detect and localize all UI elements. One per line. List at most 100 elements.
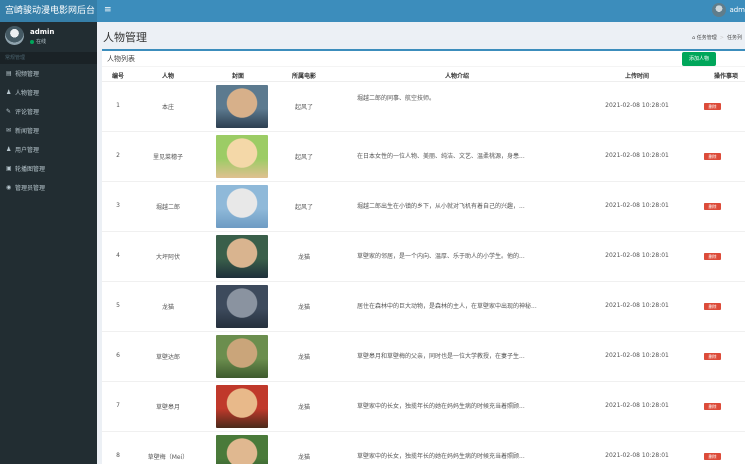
sidebar-item-label: 管理员管理	[15, 185, 46, 192]
cell-name: 本庄	[161, 104, 174, 111]
cell-time: 2021-02-08 10:28:01	[605, 102, 669, 109]
table-row: 8 草壁梅（Mei） 龙猫 草壁家中的长女，独揽年长的她在妈妈生病的时候充当着照顾..…	[102, 432, 745, 464]
navbar: ≡ adm	[97, 0, 745, 22]
character-cover-image	[216, 235, 268, 278]
box-title: 人物列表	[107, 55, 135, 63]
main-content: 人物管理 ⌂ 任务管理 > 任务列 人物列表 添加人物 编号 人物 封面 所属电…	[97, 22, 745, 464]
cell-film: 起风了	[294, 154, 313, 161]
cell-desc: 草壁皋月和草壁梅的父亲，同时也是一位大学教授，在妻子生...	[357, 353, 525, 360]
comment-icon: ✎	[6, 108, 12, 115]
admin-icon: ◉	[6, 184, 12, 191]
cell-id: 5	[116, 302, 120, 309]
character-cover-image	[216, 335, 268, 378]
cell-name: 大坪阿伏	[155, 254, 180, 261]
delete-button[interactable]: 删除	[704, 303, 721, 310]
user-status: 在线	[30, 38, 46, 45]
breadcrumb-separator: >	[719, 34, 724, 41]
column-header-film: 所属电影	[291, 73, 316, 80]
users-icon: ♟	[6, 146, 12, 153]
column-header-id: 编号	[111, 73, 124, 80]
brand-logo[interactable]: 宫崎骏动漫电影网后台	[0, 0, 97, 22]
sidebar-item[interactable]: ▣ 轮播图管理	[0, 159, 97, 178]
news-icon: ✉	[6, 127, 12, 134]
cell-desc: 堀越二郎的同事、航空技师。	[357, 95, 436, 102]
breadcrumb: ⌂ 任务管理 > 任务列	[692, 34, 742, 42]
delete-button[interactable]: 删除	[704, 353, 721, 360]
delete-button[interactable]: 删除	[704, 253, 721, 260]
online-dot-icon	[30, 39, 34, 44]
cell-film: 起风了	[294, 104, 313, 111]
delete-button[interactable]: 删除	[704, 453, 721, 460]
column-header-time: 上传时间	[624, 73, 649, 80]
cell-film: 龙猫	[297, 304, 310, 311]
cell-name: 龙猫	[161, 304, 174, 311]
cell-time: 2021-02-08 10:28:01	[605, 152, 669, 159]
character-cover-image	[216, 85, 268, 128]
cell-id: 2	[116, 152, 120, 159]
cell-time: 2021-02-08 10:28:01	[605, 402, 669, 409]
sidebar-item-label: 评论管理	[15, 109, 40, 116]
sidebar-item[interactable]: ▤ 视频管理	[0, 64, 97, 83]
cell-film: 龙猫	[297, 254, 310, 261]
video-icon: ▤	[6, 70, 12, 77]
delete-button[interactable]: 删除	[704, 403, 721, 410]
cell-film: 起风了	[294, 204, 313, 211]
cell-time: 2021-02-08 10:28:01	[605, 302, 669, 309]
breadcrumb-item[interactable]: 任务管理	[697, 34, 717, 41]
breadcrumb-item[interactable]: 任务列	[727, 34, 742, 41]
table-row: 3 堀越二郎 起风了 堀越二郎出生在小镇的乡下，从小就对飞机有着自己的兴趣，... 20…	[102, 182, 745, 232]
cell-desc: 草壁家的邻居，是一个内向、温厚、乐于助人的小学生。他的...	[357, 253, 525, 260]
page-title: 人物管理	[103, 31, 147, 44]
cell-id: 4	[116, 252, 120, 259]
table-row: 2 里见菜穗子 起风了 在日本女性的一位人物、美丽、纯洁、文艺、温柔桃源，身患... 2…	[102, 132, 745, 182]
cell-desc: 堀越二郎出生在小镇的乡下，从小就对飞机有着自己的兴趣，...	[357, 203, 525, 210]
cell-desc: 在日本女性的一位人物、美丽、纯洁、文艺、温柔桃源，身患...	[357, 153, 525, 160]
delete-button[interactable]: 删除	[704, 153, 721, 160]
cell-id: 8	[116, 452, 120, 459]
sidebar-item[interactable]: ♟ 用户管理	[0, 140, 97, 159]
add-character-button[interactable]: 添加人物	[682, 52, 716, 66]
list-box: 人物列表 添加人物 编号 人物 封面 所属电影 人物介绍 上传时间 操作事项 1…	[102, 49, 745, 464]
sidebar-item[interactable]: ♟ 人物管理	[0, 83, 97, 102]
character-cover-image	[216, 185, 268, 228]
cell-time: 2021-02-08 10:28:01	[605, 452, 669, 459]
cell-id: 6	[116, 352, 120, 359]
user-icon: ♟	[6, 89, 12, 96]
cell-name: 里见菜穗子	[152, 154, 183, 161]
user-name: admin	[30, 28, 55, 36]
character-cover-image	[216, 385, 268, 428]
table-row: 4 大坪阿伏 龙猫 草壁家的邻居，是一个内向、温厚、乐于助人的小学生。他的... 202…	[102, 232, 745, 282]
cell-name: 堀越二郎	[155, 204, 180, 211]
user-status-text: 在线	[36, 39, 47, 45]
user-menu[interactable]: adm	[712, 3, 745, 17]
cell-desc: 居住在森林中的巨大动物，是森林的主人，在草壁家中出现的神秘...	[357, 303, 537, 310]
cell-desc: 草壁家中的长女，独揽年长的她在妈妈生病的时候充当着照顾...	[357, 403, 525, 410]
cell-id: 1	[116, 102, 120, 109]
avatar	[712, 3, 727, 17]
cell-film: 龙猫	[297, 354, 310, 361]
delete-button[interactable]: 删除	[704, 203, 721, 210]
table-row: 7 草壁皋月 龙猫 草壁家中的长女，独揽年长的她在妈妈生病的时候充当着照顾... 202…	[102, 382, 745, 432]
character-cover-image	[216, 285, 268, 328]
divider	[102, 66, 745, 67]
sidebar-item[interactable]: ✉ 新闻管理	[0, 121, 97, 140]
sidebar: admin 在线 常规管理 ▤ 视频管理 ♟ 人物管理 ✎ 评论管理 ✉ 新闻管理 ♟ 用户管理 ▣…	[0, 22, 97, 464]
delete-button[interactable]: 删除	[704, 103, 721, 110]
table-row: 5 龙猫 龙猫 居住在森林中的巨大动物，是森林的主人，在草壁家中出现的神秘... 202…	[102, 282, 745, 332]
menu-toggle-icon[interactable]: ≡	[104, 5, 112, 15]
cell-desc: 草壁家中的长女，独揽年长的她在妈妈生病的时候充当着照顾...	[357, 453, 525, 460]
column-header-desc: 人物介绍	[444, 73, 469, 80]
cell-name: 草壁皋月	[155, 404, 180, 411]
sidebar-item-label: 用户管理	[15, 147, 40, 154]
sidebar-item[interactable]: ◉ 管理员管理	[0, 178, 97, 197]
cell-time: 2021-02-08 10:28:01	[605, 352, 669, 359]
character-cover-image	[216, 435, 268, 464]
cell-time: 2021-02-08 10:28:01	[605, 202, 669, 209]
menu-header: 常规管理	[0, 52, 97, 64]
table-body: 1本庄起风了堀越二郎的同事、航空技师。2021-02-08 10:28:01修改…	[102, 82, 745, 464]
cell-film: 龙猫	[297, 454, 310, 461]
cell-id: 3	[116, 202, 120, 209]
cell-film: 龙猫	[297, 404, 310, 411]
sidebar-item[interactable]: ✎ 评论管理	[0, 102, 97, 121]
column-header-actions: 操作事项	[713, 73, 738, 80]
